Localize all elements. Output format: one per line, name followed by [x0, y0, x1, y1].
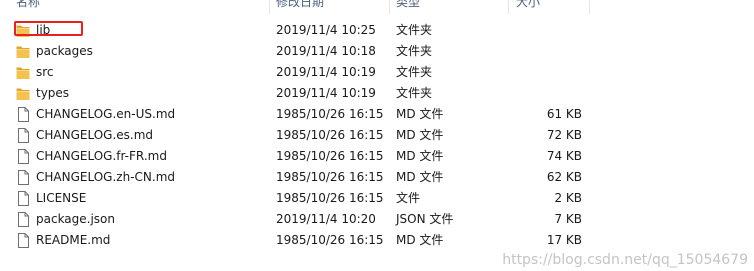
- file-name: src: [36, 65, 54, 79]
- column-divider[interactable]: [389, 0, 390, 14]
- file-row[interactable]: packages 2019/11/4 10:18 文件夹: [0, 41, 754, 62]
- column-header-type[interactable]: 类型: [396, 0, 420, 13]
- document-icon: [16, 191, 30, 206]
- file-modified-date: 1985/10/26 16:15: [276, 170, 384, 184]
- column-divider[interactable]: [508, 0, 509, 14]
- file-type: MD 文件: [396, 170, 444, 184]
- file-modified-date: 1985/10/26 16:15: [276, 128, 384, 142]
- file-type: MD 文件: [396, 233, 444, 247]
- document-icon: [16, 149, 30, 164]
- file-size: 17 KB: [546, 233, 582, 247]
- file-type: 文件夹: [396, 65, 433, 79]
- column-header: 名称 修改日期 类型 大小: [0, 0, 754, 14]
- file-type: 文件夹: [396, 44, 433, 58]
- file-size: 61 KB: [546, 107, 582, 121]
- file-modified-date: 1985/10/26 16:15: [276, 233, 384, 247]
- file-size: 72 KB: [546, 128, 582, 142]
- document-icon: [16, 107, 30, 122]
- file-modified-date: 2019/11/4 10:18: [276, 44, 376, 58]
- file-modified-date: 1985/10/26 16:15: [276, 107, 384, 121]
- file-type: MD 文件: [396, 107, 444, 121]
- file-type: MD 文件: [396, 128, 444, 142]
- file-row[interactable]: types 2019/11/4 10:19 文件夹: [0, 83, 754, 104]
- column-header-date[interactable]: 修改日期: [276, 0, 324, 13]
- watermark: https://blog.csdn.net/qq_15054679: [502, 252, 748, 268]
- file-type: 文件夹: [396, 86, 433, 100]
- folder-icon: [16, 44, 30, 59]
- file-row[interactable]: CHANGELOG.zh-CN.md 1985/10/26 16:15 MD 文件 6…: [0, 167, 754, 188]
- document-icon: [16, 212, 30, 227]
- file-size: 7 KB: [554, 212, 582, 226]
- file-modified-date: 1985/10/26 16:15: [276, 191, 384, 205]
- file-modified-date: 2019/11/4 10:25: [276, 23, 376, 37]
- file-name: types: [36, 86, 70, 100]
- file-modified-date: 2019/11/4 10:20: [276, 212, 376, 226]
- file-row[interactable]: src 2019/11/4 10:19 文件夹: [0, 62, 754, 83]
- file-size: 2 KB: [554, 191, 582, 205]
- file-size: 74 KB: [546, 149, 582, 163]
- column-divider[interactable]: [589, 0, 590, 14]
- file-name: README.md: [36, 233, 111, 247]
- file-row[interactable]: lib 2019/11/4 10:25 文件夹: [0, 20, 754, 41]
- file-name: CHANGELOG.fr-FR.md: [36, 149, 167, 163]
- file-modified-date: 1985/10/26 16:15: [276, 149, 384, 163]
- file-name: CHANGELOG.es.md: [36, 128, 154, 142]
- file-modified-date: 2019/11/4 10:19: [276, 65, 376, 79]
- file-type: JSON 文件: [396, 212, 454, 226]
- file-type: 文件: [396, 191, 421, 205]
- column-header-name[interactable]: 名称: [16, 0, 40, 13]
- file-name: LICENSE: [36, 191, 87, 205]
- folder-icon: [16, 65, 30, 80]
- highlight-box: [14, 21, 83, 36]
- file-row[interactable]: CHANGELOG.en-US.md 1985/10/26 16:15 MD 文件 6…: [0, 104, 754, 125]
- file-row[interactable]: README.md 1985/10/26 16:15 MD 文件 17 KB: [0, 230, 754, 251]
- document-icon: [16, 128, 30, 143]
- file-type: MD 文件: [396, 149, 444, 163]
- document-icon: [16, 233, 30, 248]
- folder-icon: [16, 86, 30, 101]
- column-divider[interactable]: [269, 0, 270, 14]
- file-row[interactable]: package.json 2019/11/4 10:20 JSON 文件 7 KB: [0, 209, 754, 230]
- file-name: packages: [36, 44, 93, 58]
- document-icon: [16, 170, 30, 185]
- file-name: package.json: [36, 212, 116, 226]
- file-name: CHANGELOG.zh-CN.md: [36, 170, 175, 184]
- file-modified-date: 2019/11/4 10:19: [276, 86, 376, 100]
- file-name: CHANGELOG.en-US.md: [36, 107, 176, 121]
- file-row[interactable]: LICENSE 1985/10/26 16:15 文件 2 KB: [0, 188, 754, 209]
- file-type: 文件夹: [396, 23, 433, 37]
- file-size: 62 KB: [546, 170, 582, 184]
- file-row[interactable]: CHANGELOG.es.md 1985/10/26 16:15 MD 文件 72 K…: [0, 125, 754, 146]
- column-header-size[interactable]: 大小: [516, 0, 540, 13]
- file-row[interactable]: CHANGELOG.fr-FR.md 1985/10/26 16:15 MD 文件 7…: [0, 146, 754, 167]
